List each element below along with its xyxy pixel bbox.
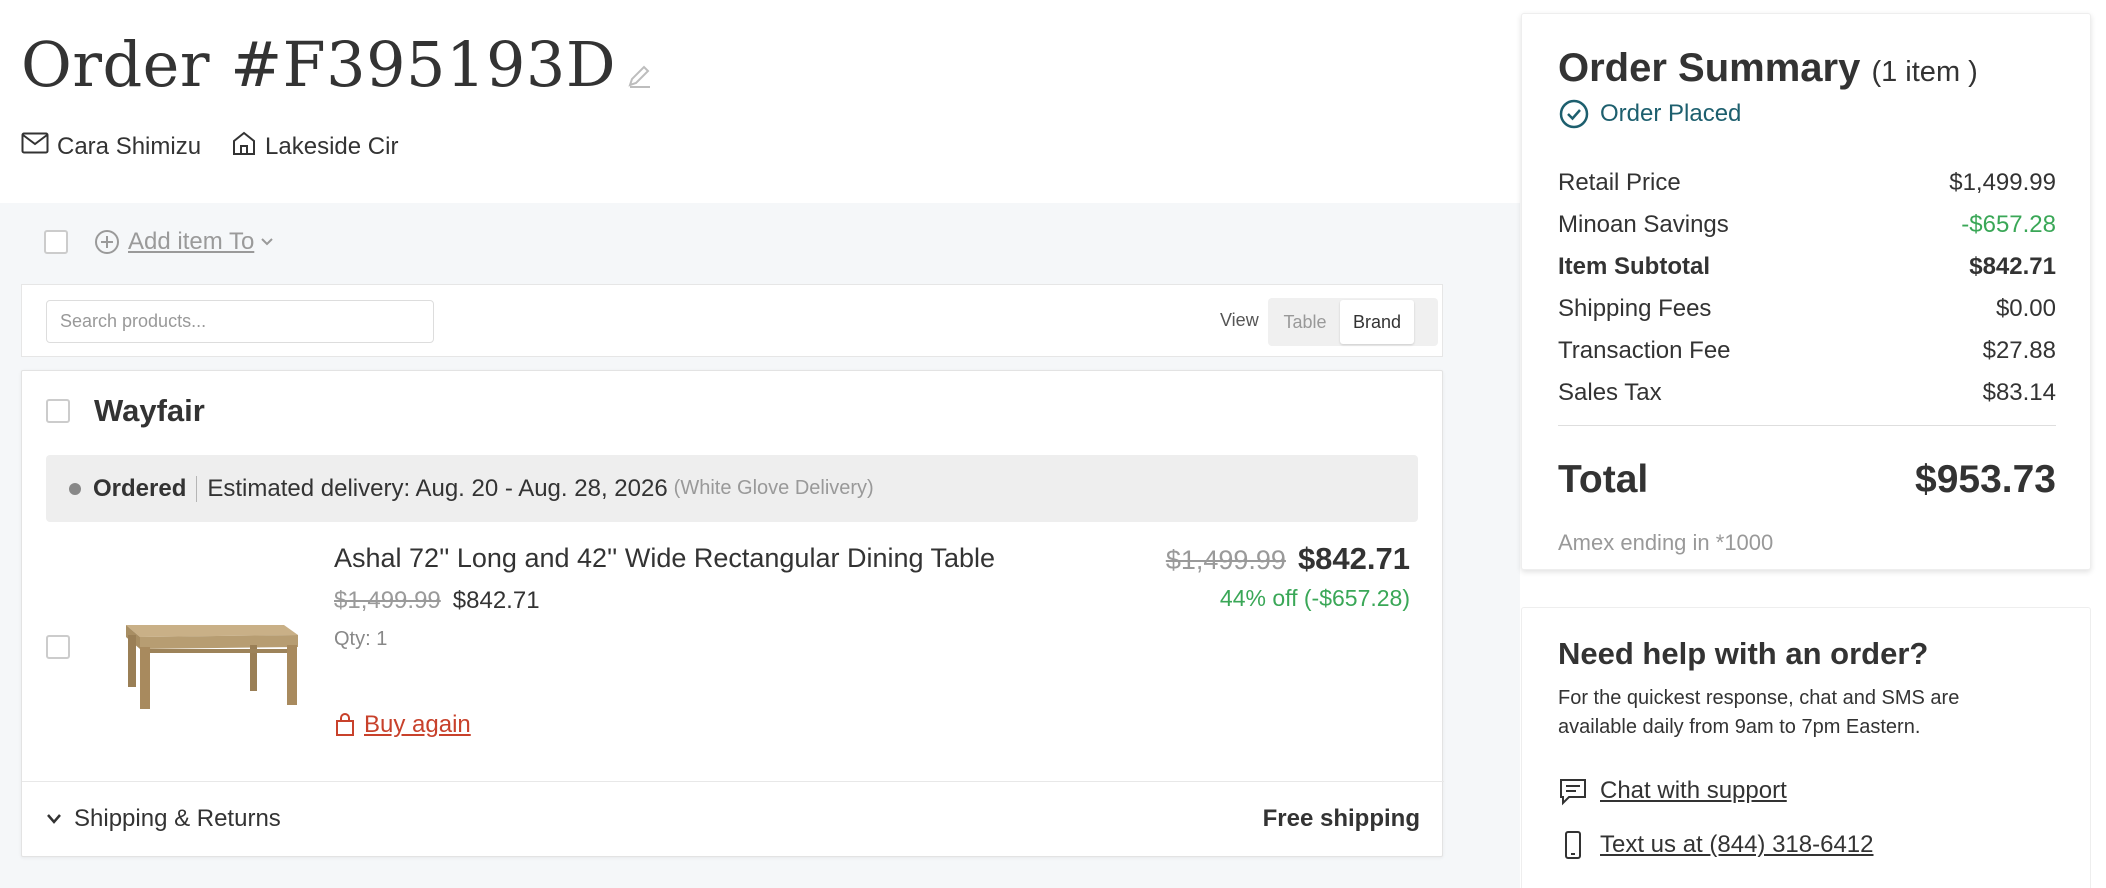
view-toggle: Table Brand <box>1268 298 1438 346</box>
view-option-table[interactable]: Table <box>1270 300 1340 344</box>
card-divider <box>22 781 1444 782</box>
line-final-price: $842.71 <box>1297 541 1410 576</box>
shipping-fees-label: Shipping Fees <box>1558 295 1712 322</box>
order-placed-label: Order Placed <box>1600 100 1742 127</box>
chevron-down-icon <box>47 814 61 824</box>
summary-title: Order Summary (1 item ) <box>1558 46 1978 91</box>
line-total: $1,499.99 $842.71 44% off (-$657.28) <box>1166 541 1410 612</box>
summary-item-count: (1 item ) <box>1871 56 1978 88</box>
savings-value: -$657.28 <box>1961 211 2056 238</box>
brand-checkbox[interactable] <box>46 399 70 423</box>
add-item-to-dropdown[interactable]: Add item To <box>94 228 274 256</box>
transaction-fee-label: Transaction Fee <box>1558 337 1731 364</box>
sales-tax-value: $83.14 <box>1982 379 2056 406</box>
transaction-fee-row: Transaction Fee $27.88 <box>1558 330 2056 372</box>
status-divider <box>196 475 198 502</box>
summary-title-text: Order Summary <box>1558 46 1861 90</box>
product-name[interactable]: Ashal 72'' Long and 42'' Wide Rectangula… <box>334 543 995 574</box>
total-row: Total $953.73 <box>1558 458 2056 502</box>
sales-tax-row: Sales Tax $83.14 <box>1558 372 2056 414</box>
title-row: Order #F395193D <box>21 28 654 101</box>
order-meta: Cara Shimizu Lakeside Cir <box>21 130 428 163</box>
savings-label: Minoan Savings <box>1558 211 1729 238</box>
dining-table-image[interactable] <box>100 571 310 711</box>
unit-sale-price: $842.71 <box>452 587 540 614</box>
summary-divider <box>1558 425 2056 426</box>
chat-support-link[interactable]: Chat with support <box>1558 776 1787 806</box>
payment-method: Amex ending in *1000 <box>1558 530 1774 555</box>
subtotal-label: Item Subtotal <box>1558 253 1711 280</box>
sales-tax-label: Sales Tax <box>1558 379 1662 406</box>
retail-price-value: $1,499.99 <box>1949 169 2056 196</box>
price-breakdown: Retail Price $1,499.99 Minoan Savings -$… <box>1558 162 2056 414</box>
brand-header: Wayfair <box>46 393 205 429</box>
shopping-bag-icon <box>336 713 354 736</box>
buy-again-label: Buy again <box>364 711 471 738</box>
search-input[interactable] <box>46 300 434 343</box>
shipping-returns-row[interactable]: Shipping & Returns Free shipping <box>46 805 1420 833</box>
home-icon <box>231 130 265 163</box>
select-all-checkbox[interactable] <box>44 230 68 254</box>
order-main: Order #F395193D Cara Shimizu Lakeside Ci… <box>0 0 1520 888</box>
buy-again-link[interactable]: Buy again <box>334 711 471 739</box>
shipping-label: Shipping & Returns <box>74 805 281 832</box>
retail-price-row: Retail Price $1,499.99 <box>1558 162 2056 204</box>
view-label: View <box>1220 310 1259 330</box>
unit-prices: $1,499.99 $842.71 <box>334 587 540 615</box>
item-quantity: Qty: 1 <box>334 628 388 650</box>
order-placed-status: Order Placed <box>1558 98 1741 130</box>
check-circle-icon <box>1559 99 1589 129</box>
shipping-toggle[interactable]: Shipping & Returns <box>46 805 281 833</box>
shipping-fees-value: $0.00 <box>1995 295 2056 322</box>
customer-name: Cara Shimizu <box>57 132 202 160</box>
item-checkbox[interactable] <box>46 635 70 659</box>
customer-info: Cara Shimizu <box>21 132 201 161</box>
discount-text: 44% off (-$657.28) <box>1219 585 1410 611</box>
chevron-down-icon <box>261 238 274 246</box>
text-us-link[interactable]: Text us at (844) 318-6412 <box>1558 830 1874 860</box>
bulk-toolbar: Add item To <box>44 228 274 256</box>
status-dot-icon <box>69 482 81 495</box>
shipping-value: Free shipping <box>1262 805 1420 832</box>
address-info: Lakeside Cir <box>231 130 398 163</box>
delivery-type: (White Glove Delivery) <box>673 477 874 499</box>
chat-icon <box>1560 779 1586 806</box>
total-label: Total <box>1558 458 1649 501</box>
line-item: Ashal 72'' Long and 42'' Wide Rectangula… <box>22 531 1444 781</box>
status-label: Ordered <box>93 474 187 502</box>
estimated-delivery: Estimated delivery: Aug. 20 - Aug. 28, 2… <box>207 474 668 502</box>
view-option-brand[interactable]: Brand <box>1340 300 1414 344</box>
mail-icon <box>21 132 57 161</box>
line-original-price: $1,499.99 <box>1165 545 1286 575</box>
order-status-bar: Ordered Estimated delivery: Aug. 20 - Au… <box>46 455 1418 522</box>
retail-price-label: Retail Price <box>1558 169 1681 196</box>
brand-name: Wayfair <box>94 393 205 428</box>
shipping-fees-row: Shipping Fees $0.00 <box>1558 288 2056 330</box>
brand-group-card: Wayfair Ordered Estimated delivery: Aug.… <box>21 370 1444 857</box>
address-text: Lakeside Cir <box>265 132 399 160</box>
edit-icon[interactable] <box>624 61 654 91</box>
help-card: Need help with an order? For the quickes… <box>1521 607 2091 888</box>
unit-original-price: $1,499.99 <box>334 587 441 614</box>
subtotal-value: $842.71 <box>1969 253 2056 280</box>
chat-support-label: Chat with support <box>1600 777 1787 804</box>
help-text: For the quickest response, chat and SMS … <box>1558 687 1960 738</box>
plus-circle-icon <box>95 230 119 254</box>
search-panel: View Table Brand <box>21 284 1443 357</box>
order-title: Order #F395193D <box>21 28 617 101</box>
add-item-label: Add item To <box>128 228 255 255</box>
line-price-row: $1,499.99 $842.71 <box>1166 541 1410 577</box>
help-title: Need help with an order? <box>1558 636 1929 671</box>
order-header: Order #F395193D Cara Shimizu Lakeside Ci… <box>0 0 1520 203</box>
subtotal-row: Item Subtotal $842.71 <box>1558 246 2056 288</box>
text-us-label: Text us at (844) 318-6412 <box>1600 831 1874 858</box>
phone-icon <box>1565 831 1581 859</box>
savings-row: Minoan Savings -$657.28 <box>1558 204 2056 246</box>
order-summary-card: Order Summary (1 item ) Order Placed Ret… <box>1521 13 2091 570</box>
total-value: $953.73 <box>1915 458 2056 501</box>
transaction-fee-value: $27.88 <box>1982 337 2056 364</box>
